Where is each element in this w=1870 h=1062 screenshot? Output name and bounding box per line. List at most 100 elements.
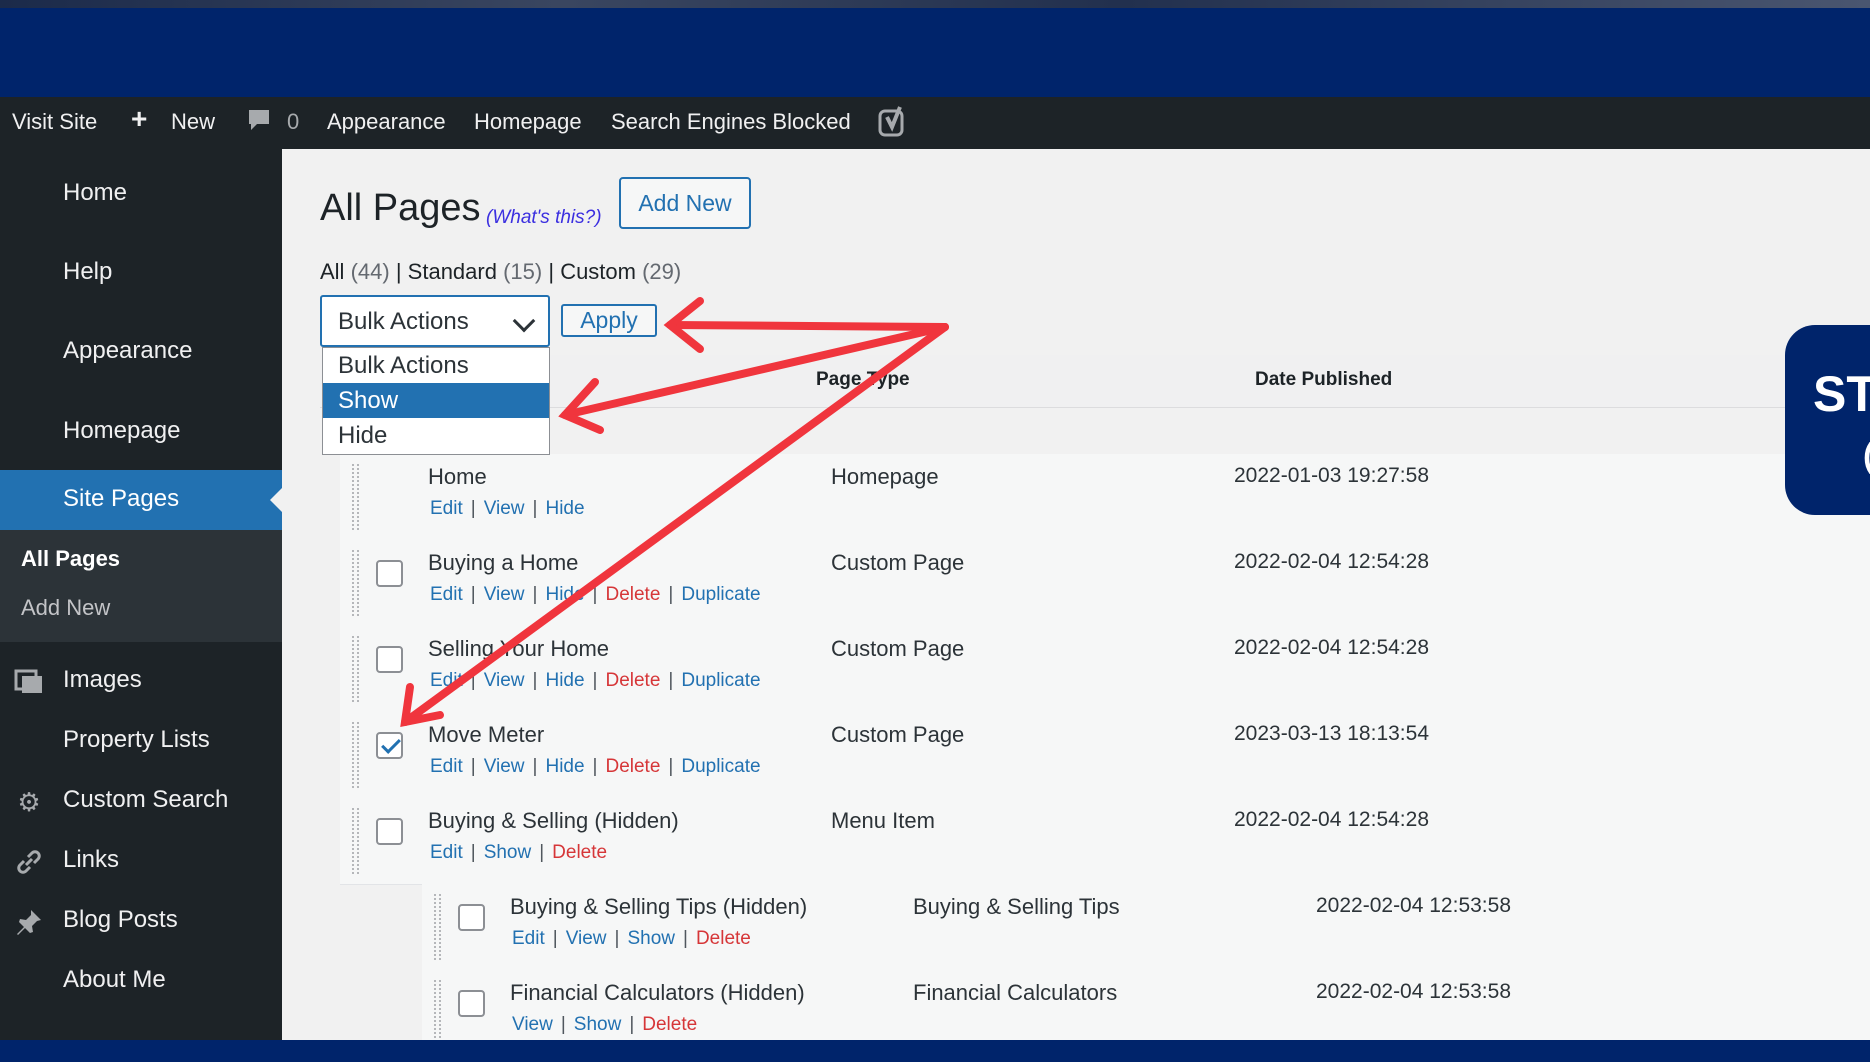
yoast-icon[interactable] (877, 105, 911, 145)
row-checkbox[interactable] (458, 990, 485, 1017)
row-title[interactable]: Financial Calculators (Hidden) (510, 980, 805, 1006)
drag-handle[interactable] (352, 550, 359, 616)
sidebar-item-appearance[interactable]: Appearance (0, 323, 282, 383)
sidebar-item-site-pages[interactable]: Site Pages (0, 470, 282, 530)
row-action-view[interactable]: View (484, 498, 525, 519)
sidebar-item-property-lists[interactable]: Property Lists (0, 712, 282, 772)
row-action-edit[interactable]: Edit (430, 498, 463, 519)
drag-handle[interactable] (434, 894, 441, 960)
sidebar-item-about-me[interactable]: About Me (0, 952, 282, 1012)
row-title[interactable]: Selling Your Home (428, 636, 609, 662)
drag-handle[interactable] (352, 636, 359, 702)
row-action-duplicate[interactable]: Duplicate (681, 756, 760, 777)
row-action-show[interactable]: Show (484, 842, 532, 863)
row-checkbox[interactable] (458, 904, 485, 931)
action-separator: | (683, 928, 688, 949)
row-action-delete[interactable]: Delete (605, 756, 660, 777)
row-checkbox[interactable] (376, 646, 403, 673)
row-action-delete[interactable]: Delete (552, 842, 607, 863)
drag-handle[interactable] (352, 808, 359, 874)
row-action-delete[interactable]: Delete (605, 584, 660, 605)
filter-all[interactable]: All (320, 259, 344, 284)
sidebar-item-label: Custom Search (63, 786, 229, 813)
row-action-delete[interactable]: Delete (605, 670, 660, 691)
visit-site-link[interactable]: Visit Site (12, 109, 97, 135)
sidebar-item-custom-search[interactable]: ⚙ Custom Search (0, 772, 282, 832)
row-action-delete[interactable]: Delete (642, 1014, 697, 1035)
sidebar-item-links[interactable]: Links (0, 832, 282, 892)
sidebar-item-home[interactable]: Home (0, 165, 282, 225)
action-separator: | (629, 1014, 635, 1035)
dropdown-option-hide[interactable]: Hide (323, 418, 549, 453)
filter-custom-count: (29) (642, 259, 682, 284)
sidebar-item-label: About Me (63, 966, 166, 993)
row-actions: Edit | View | Hide | Delete | Duplicate (430, 584, 761, 606)
drag-handle[interactable] (352, 722, 359, 788)
action-separator: | (532, 584, 538, 605)
row-title[interactable]: Buying & Selling Tips (Hidden) (510, 894, 807, 920)
row-title[interactable]: Home (428, 464, 487, 490)
row-action-duplicate[interactable]: Duplicate (681, 670, 760, 691)
add-new-button[interactable]: Add New (619, 177, 751, 229)
row-page-type: Menu Item (831, 808, 935, 833)
drag-handle[interactable] (352, 464, 359, 530)
drag-handle[interactable] (434, 980, 441, 1040)
row-action-view[interactable]: View (484, 670, 525, 691)
row-action-view[interactable]: View (484, 584, 525, 605)
comment-icon[interactable] (246, 107, 272, 139)
row-action-duplicate[interactable]: Duplicate (681, 584, 760, 605)
row-action-edit[interactable]: Edit (512, 928, 545, 949)
row-action-view[interactable]: View (484, 756, 525, 777)
row-action-show[interactable]: Show (627, 928, 675, 949)
row-title[interactable]: Move Meter (428, 722, 544, 748)
new-link[interactable]: New (171, 109, 215, 135)
row-title[interactable]: Buying & Selling (Hidden) (428, 808, 679, 834)
row-action-hide[interactable]: Hide (545, 756, 584, 777)
row-actions: Edit | View | Show | Delete (512, 928, 751, 950)
sidebar-item-blog-posts[interactable]: Blog Posts (0, 892, 282, 952)
dropdown-option-bulk-actions[interactable]: Bulk Actions (323, 348, 549, 383)
column-page-type[interactable]: Page Type (816, 369, 910, 391)
action-separator: | (470, 584, 476, 605)
filter-standard[interactable]: Standard (408, 259, 497, 284)
table-row: Move Meter Edit | View | Hide | Delete | Duplicat… (340, 712, 1870, 799)
whats-this-link[interactable]: (What's this?) (486, 207, 602, 229)
dropdown-option-show[interactable]: Show (323, 383, 549, 418)
row-date-published: 2022-02-04 12:53:58 (1316, 894, 1511, 917)
row-action-hide[interactable]: Hide (545, 584, 584, 605)
sidebar-item-help[interactable]: Help (0, 244, 282, 304)
filter-all-count: (44) (350, 259, 390, 284)
arrowhead-apply (663, 297, 704, 353)
comments-count[interactable]: 0 (287, 109, 299, 135)
row-action-view[interactable]: View (566, 928, 607, 949)
homepage-link[interactable]: Homepage (474, 109, 582, 135)
sidebar-item-homepage[interactable]: Homepage (0, 403, 282, 463)
row-action-edit[interactable]: Edit (430, 842, 463, 863)
row-checkbox[interactable] (376, 732, 403, 759)
row-action-view[interactable]: View (512, 1014, 553, 1035)
row-action-hide[interactable]: Hide (545, 670, 584, 691)
sidebar-item-images[interactable]: Images (0, 652, 282, 712)
row-checkbox[interactable] (376, 560, 403, 587)
row-action-edit[interactable]: Edit (430, 584, 463, 605)
row-date-published: 2023-03-13 18:13:54 (1234, 722, 1429, 745)
row-action-show[interactable]: Show (574, 1014, 622, 1035)
row-checkbox[interactable] (376, 818, 403, 845)
apply-button[interactable]: Apply (561, 304, 657, 337)
appearance-link[interactable]: Appearance (327, 109, 446, 135)
filter-custom[interactable]: Custom (560, 259, 636, 284)
chevron-down-icon (512, 309, 536, 333)
row-date-published: 2022-02-04 12:54:28 (1234, 550, 1429, 573)
submenu-item-all-pages[interactable]: All Pages (21, 546, 120, 572)
row-title[interactable]: Buying a Home (428, 550, 578, 576)
row-action-edit[interactable]: Edit (430, 670, 463, 691)
submenu-item-add-new[interactable]: Add New (21, 595, 110, 621)
row-action-hide[interactable]: Hide (545, 498, 584, 519)
row-action-delete[interactable]: Delete (696, 928, 751, 949)
table-row: Buying a Home Edit | View | Hide | Delete | Dupli… (340, 540, 1870, 627)
action-separator: | (539, 842, 545, 863)
bulk-actions-select[interactable]: Bulk Actions (320, 295, 550, 347)
search-engines-blocked-link[interactable]: Search Engines Blocked (611, 109, 851, 135)
row-action-edit[interactable]: Edit (430, 756, 463, 777)
column-date-published[interactable]: Date Published (1255, 369, 1392, 391)
